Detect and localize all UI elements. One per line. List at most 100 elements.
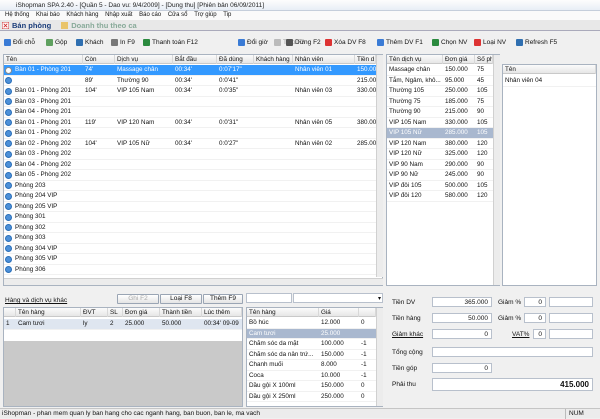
ghi-button[interactable]: Ghi F2 bbox=[117, 294, 159, 304]
menu-he-thong[interactable]: Hệ thống bbox=[5, 11, 29, 20]
table-row[interactable]: Chanh muối 8.000 -1 bbox=[247, 360, 376, 371]
col-tien[interactable]: Tiền d bbox=[355, 55, 376, 64]
table-row[interactable]: VIP 90 Nữ 245.000 90 bbox=[387, 170, 493, 181]
col-so-phut[interactable]: Số phú bbox=[475, 55, 493, 64]
rooms-vscroll[interactable] bbox=[376, 55, 383, 277]
goods-grid[interactable]: Tên hàng ĐVT SL Đơn giá Thành tiền Lúc t… bbox=[3, 307, 243, 407]
thanh-toan-button[interactable]: Thanh toán F12 bbox=[143, 36, 198, 50]
table-row[interactable]: Phòng 303 bbox=[4, 233, 376, 244]
col-nhan-vien[interactable]: Nhân viên bbox=[293, 55, 355, 64]
table-row[interactable]: Chăm sóc da nân trứ... 150.000 -1 bbox=[247, 350, 376, 360]
staff-grid[interactable]: Tên Nhân viên 04 bbox=[502, 64, 597, 286]
table-row[interactable]: VIP 105 Nữ 285.000 105 bbox=[387, 128, 493, 139]
them-button[interactable]: Thêm F9 bbox=[203, 294, 243, 304]
table-row[interactable]: Bàn 01 - Phòng 202 bbox=[4, 128, 376, 139]
list-item[interactable]: Nhân viên 04 bbox=[503, 76, 596, 87]
loai-nv-button[interactable]: Loại NV bbox=[474, 36, 506, 50]
table-row[interactable]: VIP 120 Nữ 325.000 120 bbox=[387, 149, 493, 160]
giam-dv-field[interactable]: 0 bbox=[524, 297, 546, 307]
table-row[interactable]: Phòng 203 bbox=[4, 181, 376, 191]
table-row[interactable]: 89' Thường 90 00:34' 0:0'41" 215.00 bbox=[4, 76, 376, 86]
col-ten-hang[interactable]: Tên hàng bbox=[16, 308, 81, 317]
table-row[interactable]: Phòng 204 VIP bbox=[4, 191, 376, 202]
table-row[interactable]: VIP 90 Nam 290.000 90 bbox=[387, 160, 493, 170]
table-row[interactable]: VIP đôi 105 500.000 105 bbox=[387, 181, 493, 191]
table-row[interactable]: Bàn 04 - Phòng 202 bbox=[4, 160, 376, 170]
col-gia[interactable]: Giá bbox=[319, 308, 359, 317]
table-row[interactable]: Coca 10.000 -1 bbox=[247, 371, 376, 381]
menu-cua-so[interactable]: Cửa sổ bbox=[168, 11, 188, 20]
col-sl[interactable] bbox=[359, 308, 376, 317]
gop-button[interactable]: Gộp bbox=[46, 36, 67, 50]
col-ten[interactable]: Tên bbox=[4, 55, 83, 64]
table-row[interactable]: 1 Cam tươi ly 2 25.000 50.000 00:34' 09-… bbox=[4, 319, 242, 330]
giam-khac-field[interactable]: 0 bbox=[432, 329, 492, 339]
table-row[interactable]: Phòng 302 bbox=[4, 223, 376, 233]
table-row[interactable]: Thường 90 215.000 90 bbox=[387, 107, 493, 118]
table-row[interactable]: VIP 120 Nam 380.000 120 bbox=[387, 139, 493, 149]
chevron-down-icon[interactable]: ▾ bbox=[378, 295, 381, 302]
table-row[interactable]: Bàn 02 - Phòng 202 104' VIP 105 Nữ 00:34' 0:… bbox=[4, 139, 376, 149]
col-dvt[interactable]: ĐVT bbox=[81, 308, 108, 317]
dung-button[interactable]: Dừng F2 bbox=[286, 36, 321, 50]
col-don-gia[interactable]: Đơn giá bbox=[443, 55, 475, 64]
table-row[interactable]: Bồ húc 12.000 0 bbox=[247, 318, 376, 329]
khach-button[interactable]: Khách bbox=[76, 36, 103, 50]
table-row[interactable]: Dầu gội X 100ml 150.000 0 bbox=[247, 381, 376, 392]
table-row[interactable]: Phòng 306 bbox=[4, 265, 376, 275]
table-row[interactable]: Bàn 03 - Phòng 201 bbox=[4, 97, 376, 107]
table-row[interactable]: VIP đôi 120 580.000 120 bbox=[387, 191, 493, 202]
table-row[interactable]: Thường 105 250.000 105 bbox=[387, 86, 493, 97]
tien-gop-field[interactable]: 0 bbox=[432, 363, 492, 373]
product-vscroll[interactable] bbox=[376, 308, 383, 406]
table-row[interactable]: Thường 75 185.000 75 bbox=[387, 97, 493, 107]
product-group-select[interactable]: ▾ bbox=[293, 293, 383, 303]
vat-field[interactable]: 0 bbox=[533, 329, 546, 339]
col-sl[interactable]: SL bbox=[108, 308, 123, 317]
menu-bao-cao[interactable]: Báo cáo bbox=[139, 11, 161, 20]
doi-cho-button[interactable]: Đổi chỗ bbox=[4, 36, 35, 50]
col-bat-dau[interactable]: Bắt đầu bbox=[173, 55, 217, 64]
menu-khach-hang[interactable]: Khách hàng bbox=[66, 11, 98, 20]
xoa-dv-button[interactable]: Xóa DV F8 bbox=[325, 36, 366, 50]
table-row[interactable]: Bàn 01 - Phòng 201 104' VIP 105 Nam 00:34' 0… bbox=[4, 86, 376, 97]
table-row[interactable]: Phòng 301 bbox=[4, 212, 376, 223]
services-grid[interactable]: Tên dịch vụ Đơn giá Số phú Massage chân 1… bbox=[386, 54, 500, 286]
table-row[interactable]: Bàn 01 - Phòng 201 74' Massage chân 00:34' 0… bbox=[4, 65, 376, 76]
menu-nhap-xuat[interactable]: Nhập xuất bbox=[105, 11, 132, 20]
col-ten-nv[interactable]: Tên bbox=[503, 65, 596, 74]
product-grid[interactable]: Tên hàng Giá Bồ húc 12.000 0 Cam tươi 25.000… bbox=[246, 307, 383, 407]
col-khach-hang[interactable]: Khách hàng bbox=[254, 55, 293, 64]
col-thanh-tien[interactable]: Thành tiền bbox=[160, 308, 202, 317]
table-row[interactable]: Cam tươi 25.000 bbox=[247, 328, 376, 339]
rooms-hscroll[interactable] bbox=[4, 278, 383, 285]
chon-nv-button[interactable]: Chọn NV bbox=[432, 36, 467, 50]
col-luc-them[interactable]: Lúc thêm bbox=[202, 308, 242, 317]
menu-khai-bao[interactable]: Khai báo bbox=[36, 11, 60, 20]
tab-ban-phong[interactable]: Bán phòng bbox=[0, 20, 57, 31]
table-row[interactable]: Bàn 03 - Phòng 202 bbox=[4, 149, 376, 160]
table-row[interactable]: VIP 105 Nam 330.000 105 bbox=[387, 118, 493, 128]
table-row[interactable]: Tắm, Ngâm, khô... 95.000 45 bbox=[387, 76, 493, 86]
doi-gio-button[interactable]: Đổi giờ bbox=[238, 36, 268, 50]
rooms-grid[interactable]: Tên Còn Dịch vụ Bắt đầu Đã dùng Khách hà… bbox=[3, 54, 383, 286]
table-row[interactable]: Phòng 304 VIP bbox=[4, 244, 376, 254]
menu-tro-giup[interactable]: Trợ giúp bbox=[194, 11, 216, 20]
in-button[interactable]: In F9 bbox=[111, 36, 135, 50]
table-row[interactable]: Massage chân 150.000 75 bbox=[387, 65, 493, 76]
col-dich-vu[interactable]: Dịch vụ bbox=[115, 55, 173, 64]
table-row[interactable]: Bàn 05 - Phòng 202 bbox=[4, 170, 376, 181]
services-vscroll[interactable] bbox=[493, 55, 500, 285]
refresh-button[interactable]: Refresh F5 bbox=[516, 36, 557, 50]
tab-doanh-thu[interactable]: Doanh thu theo ca bbox=[59, 20, 142, 31]
col-con[interactable]: Còn bbox=[83, 55, 115, 64]
col-ten-dich-vu[interactable]: Tên dịch vụ bbox=[387, 55, 443, 64]
table-row[interactable]: Phòng 305 VIP bbox=[4, 254, 376, 265]
col-ten-hang[interactable]: Tên hàng bbox=[247, 308, 319, 317]
col-don-gia[interactable]: Đơn giá bbox=[123, 308, 160, 317]
product-search-input[interactable] bbox=[246, 293, 292, 303]
table-row[interactable]: Bàn 04 - Phòng 201 bbox=[4, 107, 376, 118]
menu-tip[interactable]: Tip bbox=[223, 11, 231, 20]
close-icon[interactable] bbox=[2, 22, 9, 29]
them-dv-button[interactable]: Thêm DV F1 bbox=[377, 36, 423, 50]
